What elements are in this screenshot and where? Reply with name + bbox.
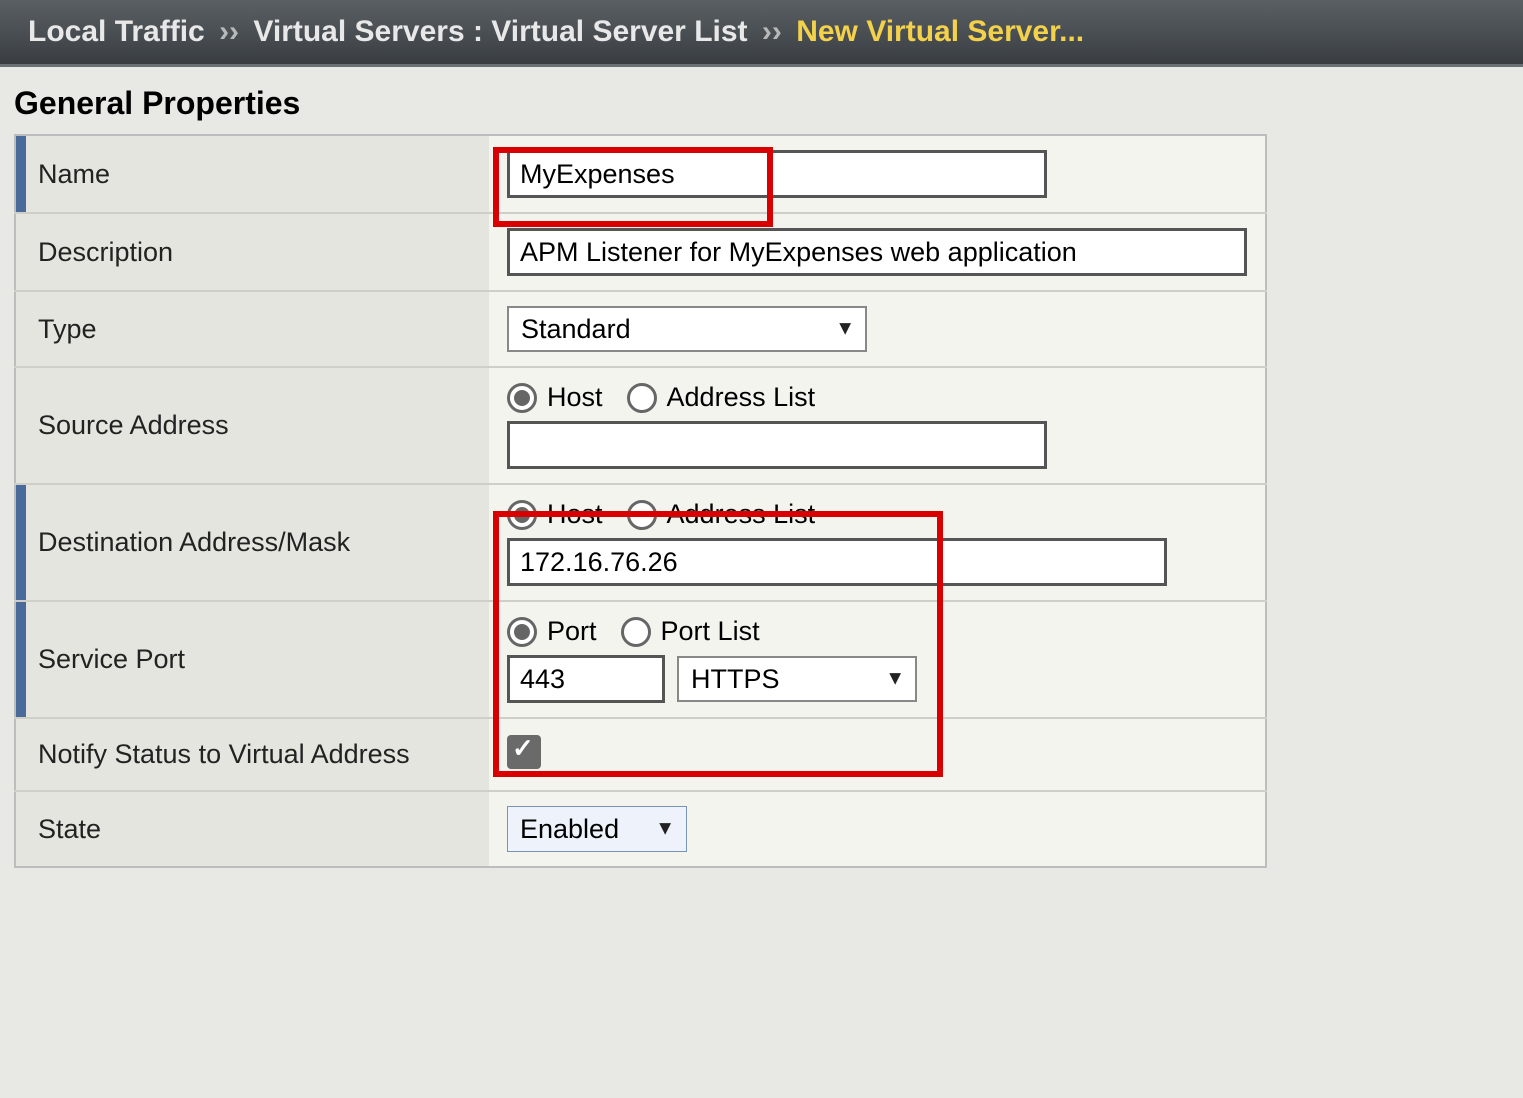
row-destination-address: Destination Address/Mask Host Address Li… <box>15 484 1266 601</box>
breadcrumb-sep-1: ›› <box>219 15 239 48</box>
service-port-radio[interactable] <box>507 617 537 647</box>
label-service-port: Service Port <box>15 601 489 718</box>
label-type: Type <box>15 291 489 367</box>
label-source-address: Source Address <box>15 367 489 484</box>
row-notify-status: Notify Status to Virtual Address <box>15 718 1266 791</box>
type-select[interactable]: Standard <box>507 306 867 352</box>
source-host-radio-label: Host <box>547 382 603 413</box>
service-port-radio-label: Port <box>547 616 597 647</box>
breadcrumb-seg-virtual-servers[interactable]: Virtual Servers : Virtual Server List <box>253 15 747 48</box>
notify-status-checkbox[interactable] <box>507 735 541 769</box>
label-destination-address: Destination Address/Mask <box>15 484 489 601</box>
row-state: State Enabled ▼ <box>15 791 1266 867</box>
dest-address-list-radio-label: Address List <box>667 499 816 530</box>
row-description: Description <box>15 213 1266 291</box>
label-notify-status: Notify Status to Virtual Address <box>15 718 489 791</box>
source-host-radio[interactable] <box>507 383 537 413</box>
row-type: Type Standard ▼ <box>15 291 1266 367</box>
breadcrumb-sep-2: ›› <box>762 15 782 48</box>
breadcrumb: Local Traffic ›› Virtual Servers : Virtu… <box>0 0 1523 67</box>
dest-address-input[interactable] <box>507 538 1167 586</box>
row-service-port: Service Port Port Port List HTTPS ▼ <box>15 601 1266 718</box>
state-select[interactable]: Enabled <box>507 806 687 852</box>
source-address-input[interactable] <box>507 421 1047 469</box>
breadcrumb-seg-current: New Virtual Server... <box>796 15 1084 48</box>
service-port-list-radio[interactable] <box>621 617 651 647</box>
dest-address-list-radio[interactable] <box>627 500 657 530</box>
name-input[interactable] <box>507 150 1047 198</box>
section-title-general-properties: General Properties <box>0 67 1523 134</box>
breadcrumb-seg-local-traffic[interactable]: Local Traffic <box>28 15 205 48</box>
label-state: State <box>15 791 489 867</box>
row-name: Name <box>15 135 1266 213</box>
description-input[interactable] <box>507 228 1247 276</box>
dest-host-radio-label: Host <box>547 499 603 530</box>
source-address-list-radio[interactable] <box>627 383 657 413</box>
general-properties-table: Name Description Type Standard ▼ <box>14 134 1267 868</box>
label-description: Description <box>15 213 489 291</box>
service-port-list-radio-label: Port List <box>661 616 760 647</box>
row-source-address: Source Address Host Address List <box>15 367 1266 484</box>
label-name: Name <box>15 135 489 213</box>
source-address-list-radio-label: Address List <box>667 382 816 413</box>
dest-host-radio[interactable] <box>507 500 537 530</box>
service-port-input[interactable] <box>507 655 665 703</box>
service-port-protocol-select[interactable]: HTTPS <box>677 656 917 702</box>
